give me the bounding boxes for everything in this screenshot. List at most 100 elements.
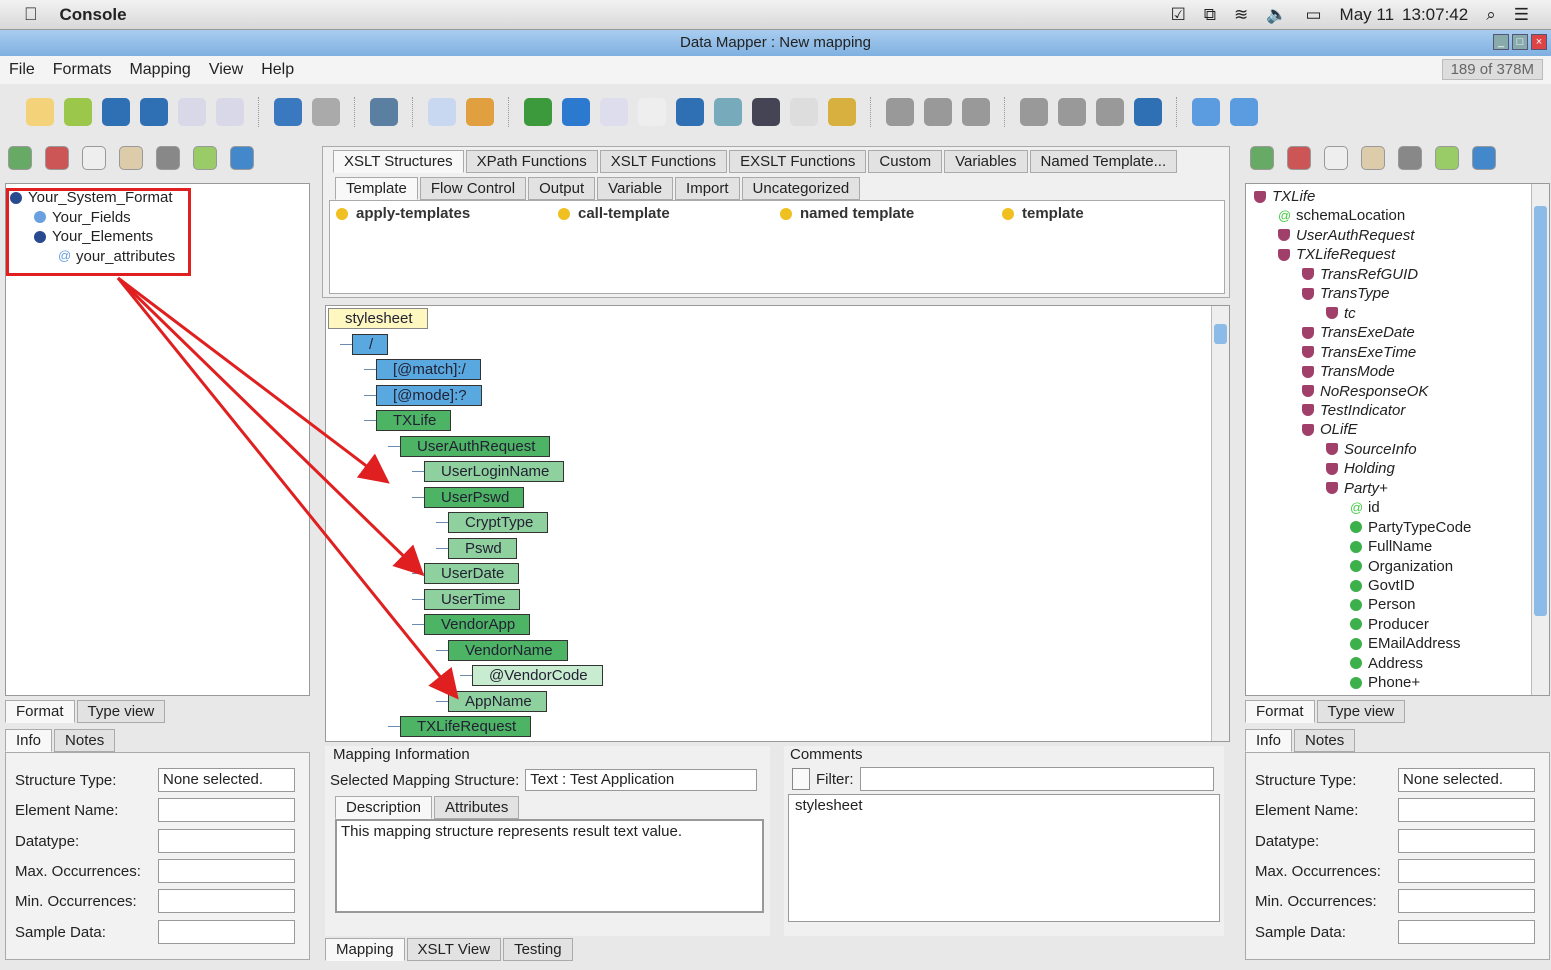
mapping-node[interactable]: UserLoginName — [424, 461, 565, 482]
field-input[interactable] — [1398, 919, 1535, 944]
tree-node[interactable]: Holding — [1326, 460, 1395, 477]
panel-tool-icon[interactable] — [156, 146, 180, 170]
tree-node[interactable]: OLifE — [1302, 421, 1358, 438]
tree-node[interactable]: @ id — [1350, 499, 1380, 516]
toolbar-button-icon[interactable] — [1230, 98, 1258, 126]
tree-node[interactable]: TransMode — [1302, 363, 1395, 380]
panel-tool-icon[interactable] — [1324, 146, 1348, 170]
clock-time[interactable]: 13:07:42 — [1402, 5, 1468, 25]
tree-node[interactable]: FullName — [1350, 538, 1432, 555]
tab-type-view[interactable]: Type view — [1316, 700, 1406, 723]
tree-node[interactable]: Address — [1350, 655, 1423, 672]
mapping-node[interactable]: CryptType — [448, 512, 549, 533]
scrollbar[interactable] — [1211, 306, 1229, 741]
tab-notes[interactable]: Notes — [54, 729, 116, 752]
tab-format[interactable]: Format — [1245, 700, 1315, 723]
menu-formats[interactable]: Formats — [44, 61, 121, 79]
mapping-node[interactable]: UserPswd — [424, 486, 525, 508]
minimize-button[interactable]: _ — [1493, 34, 1509, 50]
menu-file[interactable]: File — [0, 61, 44, 79]
field-input[interactable] — [158, 828, 295, 853]
tree-node[interactable]: PartyTypeCode — [1350, 519, 1471, 536]
tree-node[interactable]: TestIndicator — [1302, 402, 1405, 419]
panel-tool-icon[interactable] — [1472, 146, 1496, 170]
mapping-node[interactable]: @VendorCode — [472, 665, 603, 686]
tab-format[interactable]: Format — [5, 700, 75, 723]
tree-node[interactable]: Phone+ — [1350, 674, 1420, 691]
list-icon[interactable]: ☰ — [1514, 5, 1529, 25]
panel-tool-icon[interactable] — [1250, 146, 1274, 170]
toolbar-button-icon[interactable] — [64, 98, 92, 126]
mapping-node[interactable]: / — [352, 333, 389, 355]
tree-node[interactable]: Person — [1350, 596, 1416, 613]
panel-tool-icon[interactable] — [1361, 146, 1385, 170]
tab-testing[interactable]: Testing — [503, 938, 573, 961]
app-name[interactable]: Console — [60, 5, 127, 25]
toolbar-button-icon[interactable] — [1020, 98, 1048, 126]
tree-node[interactable]: tc — [1326, 305, 1356, 322]
mapping-node[interactable]: Pswd — [448, 537, 517, 559]
tab-mapping[interactable]: Mapping — [325, 938, 405, 961]
panel-tool-icon[interactable] — [1398, 146, 1422, 170]
palette-tab[interactable]: Custom — [868, 150, 943, 173]
toolbar-button-icon[interactable] — [676, 98, 704, 126]
palette-subtab[interactable]: Flow Control — [419, 177, 527, 200]
toolbar-button-icon[interactable] — [26, 98, 54, 126]
comment-item[interactable]: stylesheet — [795, 797, 1213, 814]
mapping-node[interactable]: TXLifeRequest — [400, 716, 532, 737]
status-icon[interactable]: ☑ — [1171, 5, 1186, 25]
sync-icon[interactable]: ⧉ — [1204, 5, 1216, 25]
tree-node[interactable]: Producer — [1350, 616, 1429, 633]
toolbar-button-icon[interactable] — [524, 98, 552, 126]
clock-date[interactable]: May 11 — [1340, 5, 1395, 25]
field-input[interactable] — [158, 798, 295, 823]
menu-mapping[interactable]: Mapping — [120, 61, 199, 79]
volume-icon[interactable]: 🔈 — [1266, 5, 1287, 25]
mapping-node[interactable]: UserAuthRequest — [400, 435, 551, 457]
menu-help[interactable]: Help — [252, 61, 303, 79]
tree-node[interactable]: TransType — [1302, 285, 1389, 302]
toolbar-button-icon[interactable] — [1192, 98, 1220, 126]
toolbar-button-icon[interactable] — [216, 98, 244, 126]
toolbar-button-icon[interactable] — [1134, 98, 1162, 126]
panel-tool-icon[interactable] — [119, 146, 143, 170]
toolbar-button-icon[interactable] — [1096, 98, 1124, 126]
maximize-button[interactable]: □ — [1512, 34, 1528, 50]
field-input[interactable] — [1398, 889, 1535, 914]
toolbar-button-icon[interactable] — [428, 98, 456, 126]
palette-tab[interactable]: XSLT Functions — [599, 150, 728, 173]
toolbar-button-icon[interactable] — [274, 98, 302, 126]
field-input[interactable]: None selected. — [1398, 768, 1535, 792]
field-input[interactable] — [1398, 828, 1535, 853]
toolbar-button-icon[interactable] — [562, 98, 590, 126]
tree-node[interactable]: TXLifeRequest — [1278, 246, 1395, 263]
tree-node[interactable]: GovtID — [1350, 577, 1415, 594]
memory-indicator[interactable]: 189 of 378M — [1441, 59, 1543, 80]
tree-node[interactable]: TransExeDate — [1302, 324, 1415, 341]
filter-input[interactable] — [859, 767, 1214, 791]
palette-tab[interactable]: EXSLT Functions — [729, 150, 867, 173]
mapping-node[interactable]: [@mode]:? — [376, 384, 482, 406]
tree-node[interactable]: TransRefGUID — [1302, 266, 1418, 283]
search-icon[interactable]: ⌕ — [1486, 5, 1496, 25]
tree-node[interactable]: UserAuthRequest — [1278, 227, 1414, 244]
toolbar-button-icon[interactable] — [752, 98, 780, 126]
toolbar-button-icon[interactable] — [714, 98, 742, 126]
tab-type-view[interactable]: Type view — [76, 700, 166, 723]
palette-subtab[interactable]: Variable — [597, 177, 674, 200]
tree-node[interactable]: NoResponseOK — [1302, 383, 1428, 400]
scrollbar[interactable] — [1531, 184, 1549, 695]
mapping-node[interactable]: AppName — [448, 690, 547, 712]
mapping-node[interactable]: VendorName — [448, 639, 568, 661]
panel-tool-icon[interactable] — [82, 146, 106, 170]
palette-item[interactable]: named template — [780, 205, 914, 222]
tab-attributes[interactable]: Attributes — [434, 796, 520, 819]
toolbar-button-icon[interactable] — [1058, 98, 1086, 126]
panel-tool-icon[interactable] — [8, 146, 32, 170]
palette-subtab[interactable]: Uncategorized — [741, 177, 861, 200]
field-input[interactable] — [158, 919, 295, 944]
toolbar-button-icon[interactable] — [886, 98, 914, 126]
field-input[interactable] — [158, 889, 295, 914]
panel-tool-icon[interactable] — [230, 146, 254, 170]
toolbar-button-icon[interactable] — [178, 98, 206, 126]
